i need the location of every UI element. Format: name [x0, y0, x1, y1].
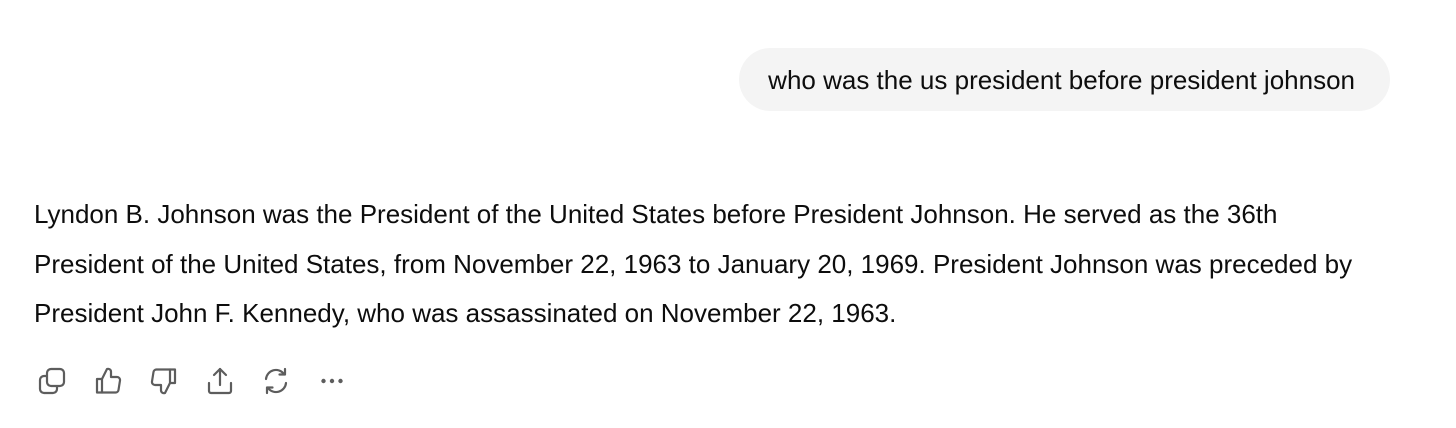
- copy-icon: [38, 367, 66, 395]
- thumbs-up-icon: [95, 367, 122, 394]
- share-button[interactable]: [201, 362, 239, 400]
- copy-button[interactable]: [33, 362, 71, 400]
- thumbs-down-icon: [150, 368, 177, 395]
- user-message-row: who was the us president before presiden…: [739, 48, 1390, 111]
- user-message-bubble: who was the us president before presiden…: [739, 48, 1390, 111]
- assistant-message-text: Lyndon B. Johnson was the President of t…: [34, 199, 1353, 328]
- thumbs-down-button[interactable]: [145, 362, 183, 400]
- regenerate-button[interactable]: [257, 362, 295, 400]
- thumbs-up-button[interactable]: [89, 362, 127, 400]
- more-options-button[interactable]: [313, 362, 351, 400]
- share-icon: [207, 367, 233, 395]
- assistant-message: Lyndon B. Johnson was the President of t…: [34, 190, 1364, 339]
- more-icon: [321, 378, 343, 384]
- regenerate-icon: [264, 367, 288, 395]
- message-action-bar: [33, 362, 369, 400]
